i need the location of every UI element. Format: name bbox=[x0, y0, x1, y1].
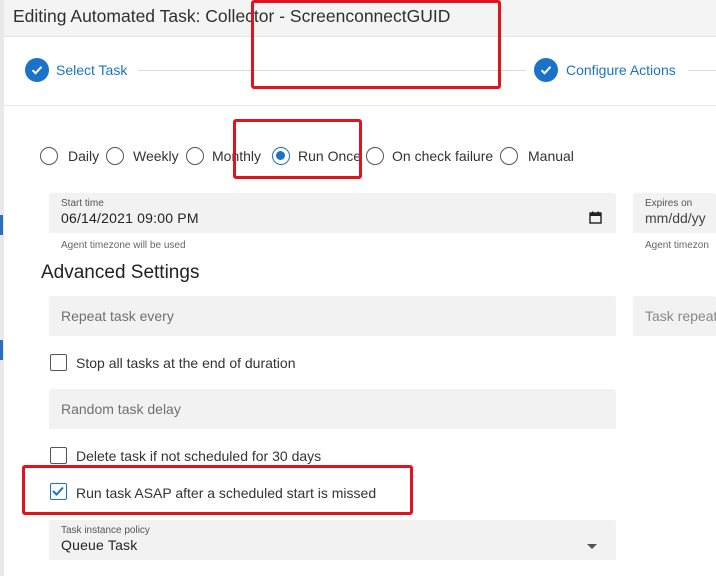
step-select-task[interactable]: Select Task bbox=[56, 62, 127, 78]
step-complete-check-icon bbox=[534, 58, 558, 82]
expires-on-label: Expires on bbox=[645, 198, 693, 209]
radio-daily[interactable] bbox=[40, 147, 58, 165]
step-connector bbox=[688, 70, 716, 71]
background-accent-mark bbox=[0, 340, 3, 360]
advanced-settings-title: Advanced Settings bbox=[41, 262, 200, 283]
radio-monthly[interactable] bbox=[186, 147, 204, 165]
repeat-task-every-placeholder: Repeat task every bbox=[61, 308, 174, 324]
task-instance-policy-select[interactable]: Task instance policy Queue Task bbox=[49, 520, 616, 560]
checkmark-icon bbox=[52, 486, 64, 496]
dialog-header: Editing Automated Task: Collector - Scre… bbox=[4, 0, 716, 37]
calendar-icon[interactable] bbox=[589, 211, 602, 229]
start-time-value: 06/14/2021 09:00 PM bbox=[61, 210, 199, 226]
radio-on-check-failure[interactable] bbox=[366, 147, 384, 165]
task-instance-policy-label: Task instance policy bbox=[61, 525, 150, 536]
task-repeat-placeholder: Task repeat bbox=[645, 308, 716, 324]
run-asap-checkbox[interactable] bbox=[50, 483, 67, 500]
repeat-task-every-input[interactable]: Repeat task every bbox=[49, 296, 616, 336]
start-time-helper: Agent timezone will be used bbox=[61, 240, 186, 251]
step-complete-check-icon bbox=[25, 58, 49, 82]
radio-manual[interactable] bbox=[500, 147, 518, 165]
task-repeat-input[interactable]: Task repeat bbox=[633, 296, 716, 336]
expires-on-helper: Agent timezon bbox=[645, 240, 709, 251]
dialog-title: Editing Automated Task: Collector - Scre… bbox=[13, 6, 451, 26]
run-asap-label: Run task ASAP after a scheduled start is… bbox=[76, 485, 377, 501]
radio-manual-label: Manual bbox=[528, 148, 574, 164]
random-task-delay-input[interactable]: Random task delay bbox=[49, 389, 616, 429]
task-instance-policy-value: Queue Task bbox=[61, 537, 138, 553]
radio-on-check-failure-label: On check failure bbox=[392, 148, 494, 164]
radio-run-once[interactable] bbox=[272, 147, 290, 165]
expires-on-field[interactable]: Expires on mm/dd/yy bbox=[633, 193, 716, 233]
delete-task-label: Delete task if not scheduled for 30 days bbox=[76, 448, 322, 464]
start-time-field[interactable]: Start time 06/14/2021 09:00 PM bbox=[49, 193, 616, 233]
background-accent-mark bbox=[0, 215, 3, 235]
radio-weekly[interactable] bbox=[106, 147, 124, 165]
stop-all-tasks-checkbox[interactable] bbox=[50, 354, 67, 371]
stepper: Select Task Configure Actions bbox=[4, 37, 716, 106]
step-configure-actions[interactable]: Configure Actions bbox=[566, 62, 676, 78]
radio-weekly-label: Weekly bbox=[133, 148, 179, 164]
random-task-delay-placeholder: Random task delay bbox=[61, 401, 181, 417]
radio-daily-label: Daily bbox=[68, 148, 100, 164]
radio-monthly-label: Monthly bbox=[212, 148, 262, 164]
radio-run-once-label: Run Once bbox=[298, 148, 362, 164]
stop-all-tasks-label: Stop all tasks at the end of duration bbox=[76, 355, 296, 371]
step-connector bbox=[138, 70, 526, 71]
dropdown-arrow-icon[interactable] bbox=[587, 537, 597, 555]
expires-on-placeholder: mm/dd/yy bbox=[645, 210, 706, 226]
delete-task-checkbox[interactable] bbox=[50, 447, 67, 464]
start-time-label: Start time bbox=[61, 198, 104, 209]
